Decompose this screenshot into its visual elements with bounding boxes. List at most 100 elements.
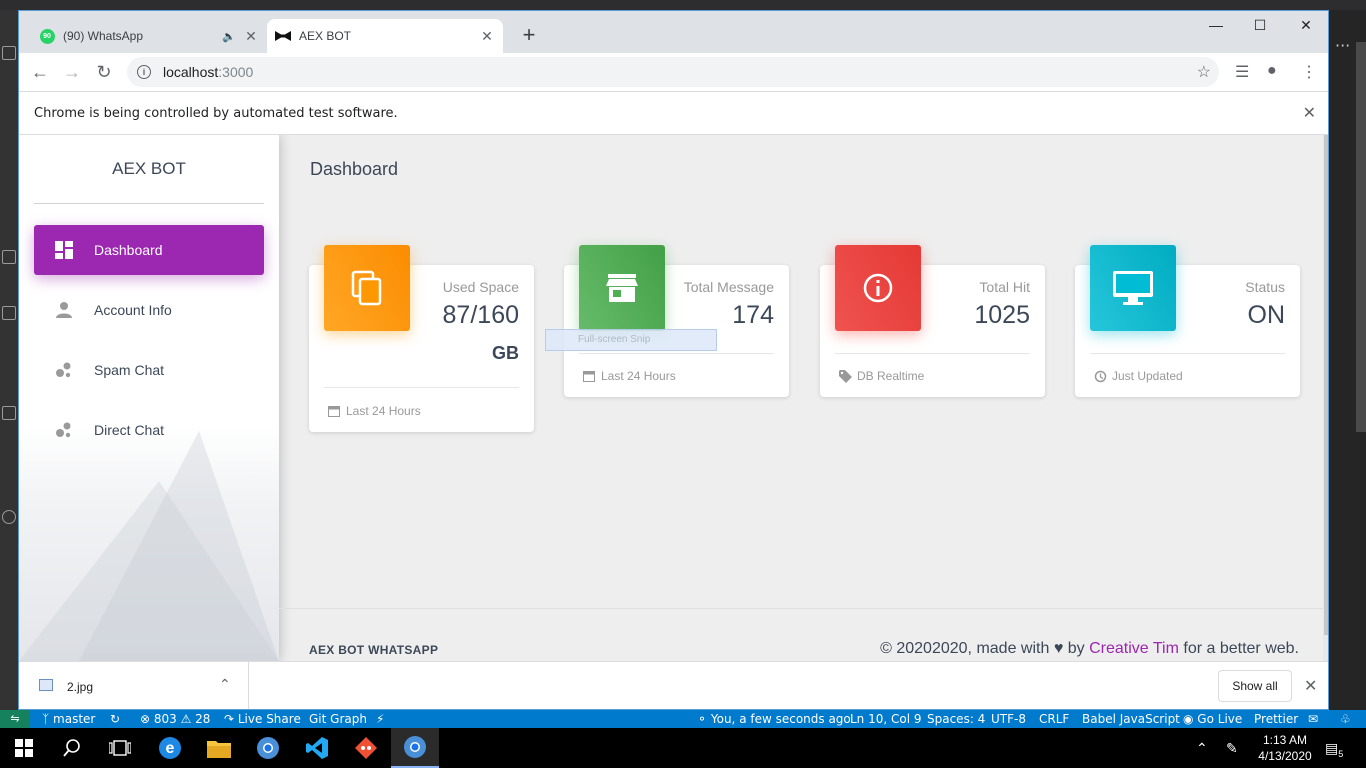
download-item[interactable]: 2.jpg ⌃ [19,662,249,709]
language-mode[interactable]: Babel JavaScript [1082,712,1180,726]
warning-count: 28 [195,712,211,726]
start-button[interactable] [0,728,48,768]
footer-credit-text: © 20202020, made with [880,640,1050,657]
sidebar-item-dashboard[interactable]: Dashboard [34,225,264,275]
git-kraken-icon[interactable] [342,728,390,768]
notifications-icon[interactable]: ♧ [1340,712,1351,726]
chrome-taskbar-icon[interactable] [244,728,292,768]
bubble-chart-icon [52,358,76,382]
image-file-icon [39,679,53,691]
update-icon [1093,369,1107,383]
stat-card-used-space: Used Space 87/160 GB Last 24 Hours [309,245,534,432]
vscode-taskbar-icon[interactable] [293,728,341,768]
show-all-button[interactable]: Show all [1218,670,1292,702]
git-graph-button[interactable]: Git Graph [309,712,367,726]
card-footer: Last 24 Hours [327,404,421,418]
task-view-icon[interactable] [96,728,144,768]
lightning-icon[interactable]: ⚡ [376,712,384,726]
close-infobar-icon[interactable]: ✕ [1303,103,1316,123]
git-blame[interactable]: ⚬ You, a few seconds ago [697,712,851,726]
tab-whatsapp[interactable]: 90 (90) WhatsApp 🔈 ✕ [31,19,267,53]
vscode-status-bar: ⇋ ᛉ master ↻ ⊗ 803 ⚠ 28 ↷ Live Share Git… [0,710,1366,728]
speaker-icon[interactable]: 🔈 [221,30,237,43]
line-endings[interactable]: CRLF [1039,712,1069,726]
sidebar-item-label: Direct Chat [94,422,165,438]
encoding[interactable]: UTF-8 [991,712,1026,726]
card-footer: Just Updated [1093,369,1183,383]
action-center-icon[interactable]: ▤5 [1325,740,1343,759]
media-controls-icon[interactable]: ☰ [1235,62,1249,82]
forward-button[interactable]: → [61,61,83,83]
prettier-button[interactable]: Prettier [1254,712,1298,726]
more-actions-icon[interactable]: ··· [1335,36,1350,55]
chevron-up-icon[interactable]: ⌃ [219,676,231,693]
close-download-shelf-icon[interactable]: ✕ [1304,676,1317,696]
site-info-icon[interactable]: i [137,65,151,79]
problems-indicator[interactable]: ⊗ 803 ⚠ 28 [140,712,210,726]
maximize-button[interactable]: ☐ [1237,17,1283,34]
tray-overflow-icon[interactable]: ⌃ [1196,740,1208,757]
reload-button[interactable]: ↻ [93,61,115,83]
bookmark-star-icon[interactable]: ☆ [1197,62,1211,82]
card-footer-text: Last 24 Hours [601,369,676,383]
snip-overlay-label: Full-screen Snip [578,334,651,345]
profile-icon[interactable]: ● [1267,62,1277,80]
minimize-button[interactable]: — [1193,17,1239,33]
taskbar-clock[interactable]: 1:13 AM 4/13/2020 [1250,732,1320,764]
card-footer-text: Just Updated [1112,369,1183,383]
tab-title: (90) WhatsApp [63,29,144,43]
search-icon[interactable] [48,728,96,768]
footer-brand: AEX BOT WHATSAPP [309,643,439,657]
card-divider [324,387,519,388]
remote-explorer-icon[interactable] [2,306,16,320]
go-live-button[interactable]: ◉ Go Live [1183,712,1242,726]
info-outline-icon [835,245,921,331]
card-category: Used Space [442,279,519,295]
vscode-titlebar [0,0,1366,10]
remote-indicator-icon[interactable]: ⇋ [0,710,30,728]
indentation[interactable]: Spaces: 4 [927,712,985,726]
sync-icon[interactable]: ↻ [110,712,120,726]
live-share-label: Live Share [237,712,301,726]
close-window-button[interactable]: ✕ [1283,17,1328,34]
card-category: Total Message [683,279,774,295]
sidebar-item-account-info[interactable]: Account Info [34,285,264,335]
desktop-icon [1090,245,1176,331]
editor-scrollbar[interactable] [1356,42,1366,432]
git-branch-name: master [53,712,96,726]
sidebar-item-spam-chat[interactable]: Spam Chat [34,345,264,395]
vscode-activity-bar [0,10,18,710]
windows-taskbar: e ⌃ ✎ 1:13 AM 4/13/2020 ▤5 [0,728,1366,768]
download-filename: 2.jpg [67,680,94,694]
menu-icon[interactable]: ⋮ [1301,62,1317,82]
page-scrollbar[interactable] [1323,135,1328,661]
address-bar[interactable]: i localhost:3000 ☆ [127,57,1219,87]
close-tab-icon[interactable]: ✕ [241,28,261,45]
brand-logo[interactable]: AEX BOT [19,159,279,179]
chrome-active-taskbar-icon[interactable] [391,728,439,768]
close-tab-icon[interactable]: ✕ [477,28,497,45]
desktop: ··· 90 (90) WhatsApp 🔈 ✕ AEX BOT ✕ + — ☐… [0,0,1366,768]
scrollbar-thumb[interactable] [1324,135,1328,635]
edge-icon[interactable]: e [146,728,194,768]
back-button[interactable]: ← [29,61,51,83]
pen-icon[interactable]: ✎ [1226,740,1238,757]
file-explorer-icon[interactable] [195,728,243,768]
footer-credit: © 20202020, made with ♥ by Creative Tim … [880,640,1299,658]
creative-tim-link[interactable]: Creative Tim [1089,640,1179,657]
new-tab-button[interactable]: + [517,23,541,47]
tab-aex-bot[interactable]: AEX BOT ✕ [267,19,503,53]
snip-overlay[interactable]: Full-screen Snip [545,329,717,351]
sidebar-item-direct-chat[interactable]: Direct Chat [34,405,264,455]
clock-time: 1:13 AM [1262,733,1308,747]
feedback-icon[interactable]: ✉ [1308,712,1318,726]
live-share-button[interactable]: ↷ Live Share [224,712,301,726]
store-icon [579,245,665,331]
cursor-position[interactable]: Ln 10, Col 9 [850,712,922,726]
git-branch[interactable]: ᛉ master [42,712,95,726]
live-share-icon[interactable] [2,406,16,420]
extensions-icon[interactable] [2,250,16,264]
git-icon[interactable] [2,510,16,524]
explorer-icon[interactable] [2,46,16,60]
svg-text:e: e [166,740,175,757]
